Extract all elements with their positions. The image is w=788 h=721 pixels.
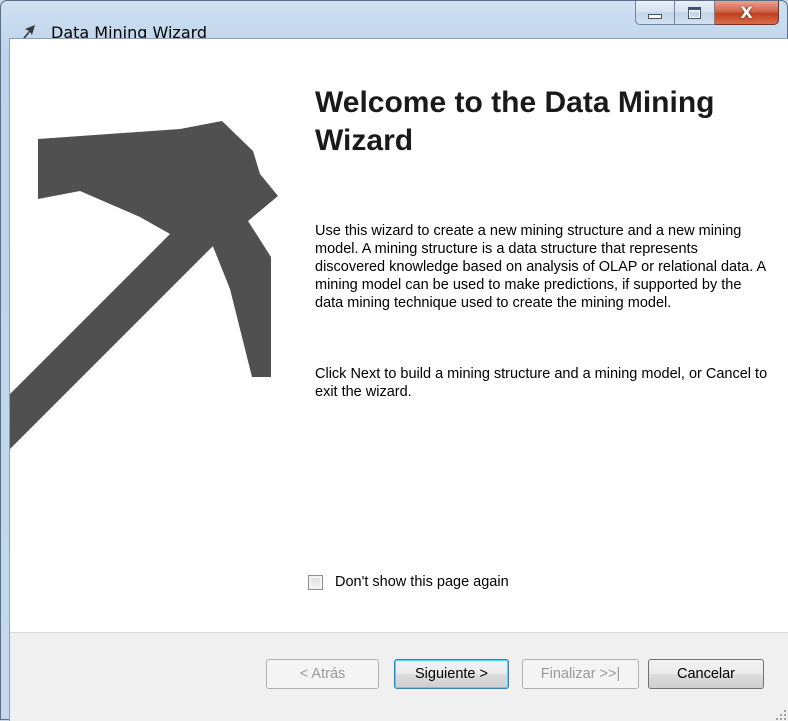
resize-grip-icon[interactable] bbox=[775, 709, 787, 721]
dont-show-checkbox[interactable] bbox=[308, 574, 323, 590]
button-bar: < Atrás Siguiente > Finalizar >>| Cancel… bbox=[10, 632, 788, 721]
next-button[interactable]: Siguiente > bbox=[394, 659, 509, 689]
caption-buttons: X bbox=[635, 1, 779, 29]
pickaxe-handle bbox=[10, 229, 220, 449]
pickaxe-graphic bbox=[10, 121, 278, 449]
maximize-icon bbox=[688, 6, 701, 19]
close-button[interactable]: X bbox=[715, 1, 779, 25]
back-button[interactable]: < Atrás bbox=[266, 659, 379, 689]
wizard-instruction: Click Next to build a mining structure a… bbox=[315, 366, 768, 400]
minimize-button[interactable] bbox=[635, 1, 675, 25]
wizard-description: Use this wizard to create a new mining s… bbox=[315, 223, 766, 311]
wizard-window: Data Mining Wizard X Welcome to the Data… bbox=[0, 0, 788, 721]
close-icon: X bbox=[740, 3, 753, 22]
dont-show-label[interactable]: Don't show this page again bbox=[335, 574, 509, 590]
wizard-client-area: Welcome to the Data Mining Wizard Use th… bbox=[9, 38, 788, 721]
minimize-icon bbox=[648, 14, 662, 19]
maximize-button[interactable] bbox=[675, 1, 715, 25]
finish-button[interactable]: Finalizar >>| bbox=[522, 659, 639, 689]
welcome-heading: Welcome to the Data Mining Wizard bbox=[315, 86, 715, 157]
dont-show-option[interactable]: Don't show this page again bbox=[308, 574, 509, 590]
cancel-button[interactable]: Cancelar bbox=[648, 659, 764, 689]
